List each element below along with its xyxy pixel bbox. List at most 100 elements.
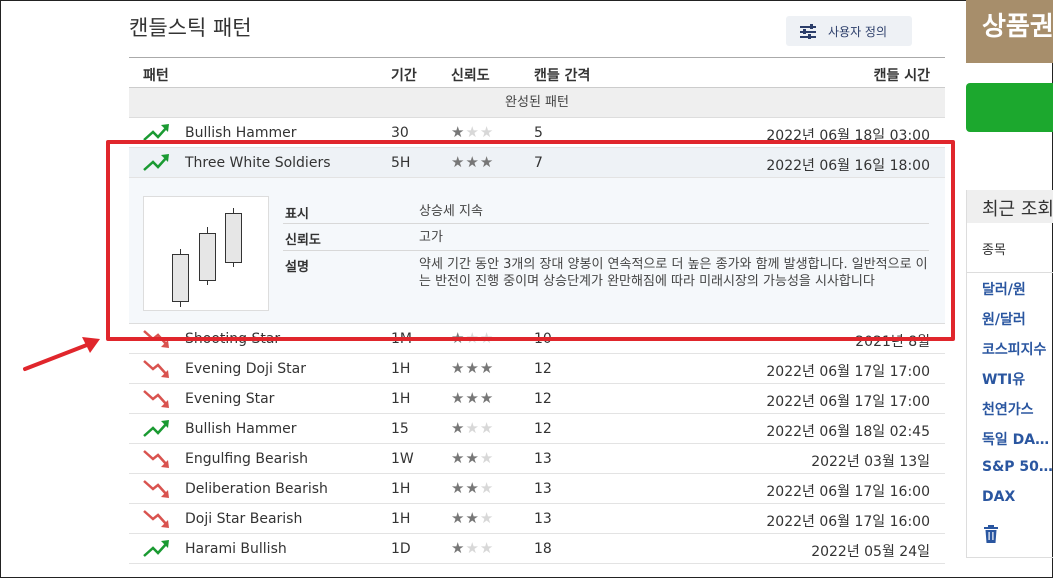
trend-icon-cell [142,448,172,470]
pattern-name[interactable]: Engulfing Bearish [185,451,308,467]
candle-time: 2021년 8월 [855,334,930,350]
pattern-name[interactable]: Shooting Star [185,331,280,347]
pattern-name[interactable]: Bullish Hammer [185,421,297,437]
detail-reliability-row: 신뢰도 고가 [283,224,929,251]
pattern-period: 1M [391,331,412,347]
sliders-icon [800,23,816,39]
recent-list: 달러/원 원/달러 코스피지수 WTI유 천연가스 독일 DA… S&P 50… DAX [967,273,1053,513]
table-row[interactable]: Bullish Hammer 15 12 2022년 06월 18일 02:45 ★★★ [129,414,945,444]
recent-item[interactable]: WTI유 [967,363,1053,393]
pattern-detail-panel: 표시 상승세 지속 신뢰도 고가 설명 약세 기간 동안 3개의 장대 양봉이 연속적으로… [129,178,945,324]
table-row[interactable]: Deliberation Bearish 1H 13 2022년 06월 17일 16… [129,474,945,504]
star-filled-icon: ★ [451,539,466,557]
recent-item[interactable]: 원/달러 [967,303,1053,333]
header-period[interactable]: 기간 [391,65,417,85]
recent-item[interactable]: 달러/원 [967,273,1053,303]
trend-icon-cell [142,328,172,350]
pattern-period: 1H [391,361,411,377]
candle-time: 2022년 06월 17일 17:00 [766,394,930,410]
pattern-name[interactable]: Bullish Hammer [185,125,297,141]
description-value: 약세 기간 동안 3개의 장대 양봉이 연속적으로 더 높은 종가와 함께 발생… [419,257,928,289]
star-filled-icon: ★ [451,449,466,467]
trend-icon-cell [142,388,172,410]
header-reliability[interactable]: 신뢰도 [451,65,490,85]
table-row[interactable]: Shooting Star 1M 10 2021년 8월 ★★★ [129,324,945,354]
candle-time: 2022년 06월 18일 02:45 [766,424,930,440]
pattern-name[interactable]: Evening Doji Star [185,361,306,377]
trend-up-icon [143,420,169,437]
trend-down-icon [143,360,169,378]
detail-list: 표시 상승세 지속 신뢰도 고가 설명 약세 기간 동안 3개의 장대 양봉이 연속적으로… [283,198,929,290]
recent-item[interactable]: 코스피지수 [967,333,1053,363]
star-empty-icon: ★ [479,123,495,141]
pattern-name[interactable]: Harami Bullish [185,541,287,557]
recent-item[interactable]: 독일 DA… [967,423,1053,453]
star-filled-icon: ★ [465,153,480,171]
trend-down-icon [143,450,169,468]
pattern-name[interactable]: Deliberation Bearish [185,481,328,497]
display-label: 표시 [285,207,309,222]
reliability-stars: ★★★ [451,449,494,467]
table-row[interactable]: Bullish Hammer 30 5 2022년 06월 18일 03:00 ★★★ [129,118,945,148]
star-empty-icon: ★ [465,329,480,347]
pattern-period: 1D [391,541,411,557]
candle-gap: 12 [534,361,552,377]
candle-time: 2022년 06월 17일 17:00 [766,364,930,380]
pattern-name[interactable]: Evening Star [185,391,274,407]
customize-button[interactable]: 사용자 정의 [786,16,912,46]
table-header: 패턴 기간 신뢰도 캔들 간격 캔들 시간 [129,57,945,88]
table-row[interactable]: Evening Star 1H 12 2022년 06월 17일 17:00 ★★★ [129,384,945,414]
candle-gap: 13 [534,451,552,467]
trend-up-icon [143,154,169,171]
pattern-name[interactable]: Doji Star Bearish [185,511,302,527]
reliability-stars: ★★★ [451,539,494,557]
ad-banner[interactable]: 상품권 [966,0,1053,63]
star-empty-icon: ★ [479,479,495,497]
trend-icon-cell [142,152,172,174]
green-action-button[interactable] [966,83,1053,132]
star-empty-icon: ★ [479,449,495,467]
recent-item[interactable]: 천연가스 [967,393,1053,423]
reliability-stars: ★★★ [451,479,494,497]
candle-time: 2022년 05월 24일 [811,544,930,560]
recent-item[interactable]: S&P 50… [967,453,1053,483]
reliability-stars: ★★★ [451,329,494,347]
star-empty-icon: ★ [479,539,495,557]
table-row[interactable]: Harami Bullish 1D 18 2022년 05월 24일 ★★★ [129,534,945,564]
table-row[interactable]: Doji Star Bearish 1H 13 2022년 06월 17일 16:00… [129,504,945,534]
candle-gap: 18 [534,541,552,557]
trend-icon-cell [142,478,172,500]
trend-icon-cell [142,122,172,144]
star-empty-icon: ★ [479,419,495,437]
trend-icon-cell [142,358,172,380]
header-pattern[interactable]: 패턴 [143,65,169,85]
trend-up-icon [143,540,169,557]
star-empty-icon: ★ [479,329,495,347]
trend-icon-cell [142,538,172,560]
pattern-period: 1H [391,391,411,407]
recent-title: 최근 조회 [967,190,1053,223]
star-empty-icon: ★ [465,539,480,557]
star-filled-icon: ★ [451,359,466,377]
table-row[interactable]: Evening Doji Star 1H 12 2022년 06월 17일 17:00… [129,354,945,384]
header-gap[interactable]: 캔들 간격 [534,65,590,85]
candle-gap: 10 [534,331,552,347]
trash-icon[interactable] [983,525,999,543]
candle-gap: 12 [534,421,552,437]
star-filled-icon: ★ [465,479,480,497]
trend-down-icon [143,480,169,498]
trend-icon-cell [142,418,172,440]
trend-up-icon [143,124,169,141]
reliability-label: 신뢰도 [285,233,321,248]
pattern-table: 패턴 기간 신뢰도 캔들 간격 캔들 시간 완성된 패턴 Bullish Ham… [129,57,945,564]
star-empty-icon: ★ [465,419,480,437]
detail-description-row: 설명 약세 기간 동안 3개의 장대 양봉이 연속적으로 더 높은 종가와 함께 … [283,251,929,290]
pattern-name[interactable]: Three White Soldiers [185,155,331,171]
table-row[interactable]: Three White Soldiers 5H 7 2022년 06월 16일 18:… [129,148,945,178]
header-time[interactable]: 캔들 시간 [874,65,930,85]
reliability-stars: ★★★ [451,123,494,141]
recently-viewed-panel: 최근 조회 종목 달러/원 원/달러 코스피지수 WTI유 천연가스 독일 DA… S&P … [966,190,1053,558]
trend-down-icon [143,330,169,348]
table-row[interactable]: Engulfing Bearish 1W 13 2022년 03월 13일 ★★★ [129,444,945,474]
recent-item[interactable]: DAX [967,483,1053,513]
